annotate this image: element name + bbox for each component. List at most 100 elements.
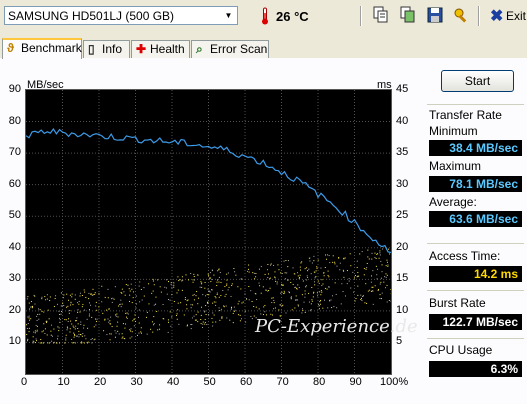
access-time-point <box>166 279 168 281</box>
access-time-point <box>70 320 72 322</box>
access-time-point <box>79 311 81 313</box>
access-time-point <box>127 284 129 286</box>
access-time-point <box>234 271 236 273</box>
access-time-point <box>179 279 181 281</box>
access-time-point <box>68 318 70 320</box>
access-time-point <box>191 317 193 319</box>
access-time-point <box>68 299 70 301</box>
access-time-point <box>67 327 69 329</box>
options-icon[interactable] <box>452 6 470 24</box>
access-time-point <box>320 294 322 296</box>
access-time-point <box>321 284 323 286</box>
access-time-point <box>361 251 363 253</box>
access-time-point <box>41 296 43 298</box>
access-time-point <box>108 321 110 323</box>
access-time-point <box>218 268 220 270</box>
access-time-point <box>207 273 209 275</box>
access-time-point <box>356 266 358 268</box>
tab-benchmark[interactable]: ϑ Benchmark <box>2 38 82 59</box>
access-time-point <box>265 289 267 291</box>
access-time-point <box>323 275 325 277</box>
tab-info[interactable]: ▯ Info <box>83 40 130 58</box>
access-time-point <box>360 297 362 299</box>
access-time-point <box>328 286 330 288</box>
access-time-point <box>81 335 83 337</box>
access-time-point <box>366 262 368 264</box>
access-time-point <box>192 294 194 296</box>
access-time-point <box>357 294 359 296</box>
access-time-point <box>282 284 284 286</box>
average-label: Average: <box>429 195 477 209</box>
access-time-point <box>387 264 389 266</box>
drive-select[interactable]: SAMSUNG HD501LJ (500 GB) ▼ <box>4 6 238 25</box>
access-time-point <box>254 293 256 295</box>
access-time-point <box>329 299 331 301</box>
access-time-point <box>237 303 239 305</box>
access-time-point <box>386 301 388 303</box>
access-time-point <box>196 291 198 293</box>
access-time-point <box>159 328 161 330</box>
access-time-point <box>274 307 276 309</box>
access-time-point <box>60 313 62 315</box>
access-time-point <box>298 287 300 289</box>
tab-error-scan[interactable]: ⌕ Error Scan <box>191 40 269 58</box>
access-time-point <box>73 336 75 338</box>
access-time-point <box>324 267 326 269</box>
access-time-point <box>77 323 79 325</box>
access-time-point <box>190 307 192 309</box>
access-time-point <box>126 312 128 314</box>
access-time-point <box>312 296 314 298</box>
access-time-point <box>69 294 71 296</box>
access-time-point <box>231 283 233 285</box>
copy-screenshot-icon[interactable] <box>399 6 417 24</box>
save-icon[interactable] <box>426 6 444 24</box>
access-time-point <box>340 303 342 305</box>
access-time-point <box>90 338 92 340</box>
access-time-point <box>48 342 50 344</box>
access-time-point <box>119 303 121 305</box>
copy-text-icon[interactable] <box>372 6 390 24</box>
access-time-point <box>80 321 82 323</box>
access-time-point <box>160 291 162 293</box>
access-time-point <box>380 281 382 283</box>
access-time-point <box>275 280 277 282</box>
access-time-point <box>280 272 282 274</box>
access-time-point <box>304 296 306 298</box>
access-time-point <box>178 323 180 325</box>
access-time-point <box>28 327 30 329</box>
access-time-point <box>70 304 72 306</box>
access-time-point <box>98 306 100 308</box>
tab-health[interactable]: ✚ Health <box>131 40 190 58</box>
access-time-point <box>28 302 30 304</box>
access-time-point <box>212 302 214 304</box>
access-time-point <box>258 282 260 284</box>
access-time-point <box>276 283 278 285</box>
exit-button-label[interactable]: Exit <box>506 9 526 23</box>
access-time-group <box>427 243 524 244</box>
access-time-point <box>250 290 252 292</box>
access-time-point <box>370 290 372 292</box>
access-time-point <box>304 293 306 295</box>
access-time-point <box>171 287 173 289</box>
access-time-point <box>41 298 43 300</box>
access-time-point <box>240 288 242 290</box>
access-time-point <box>376 274 378 276</box>
access-time-point <box>314 284 316 286</box>
right-tick-label: 45 <box>396 83 409 95</box>
chevron-down-icon[interactable]: ▼ <box>221 8 236 23</box>
exit-icon[interactable]: ✖ <box>490 6 503 26</box>
access-time-point <box>325 254 327 256</box>
access-time-point <box>301 294 303 296</box>
start-button[interactable]: Start <box>441 70 514 92</box>
access-time-point <box>56 342 58 344</box>
access-time-point <box>26 327 28 329</box>
access-time-point <box>53 341 55 343</box>
access-time-point <box>356 260 358 262</box>
access-time-point <box>125 284 127 286</box>
access-time-point <box>151 321 153 323</box>
access-time-point <box>153 316 155 318</box>
access-time-point <box>383 281 385 283</box>
access-time-point <box>26 298 28 300</box>
access-time-point <box>327 254 329 256</box>
access-time-point <box>46 320 48 322</box>
